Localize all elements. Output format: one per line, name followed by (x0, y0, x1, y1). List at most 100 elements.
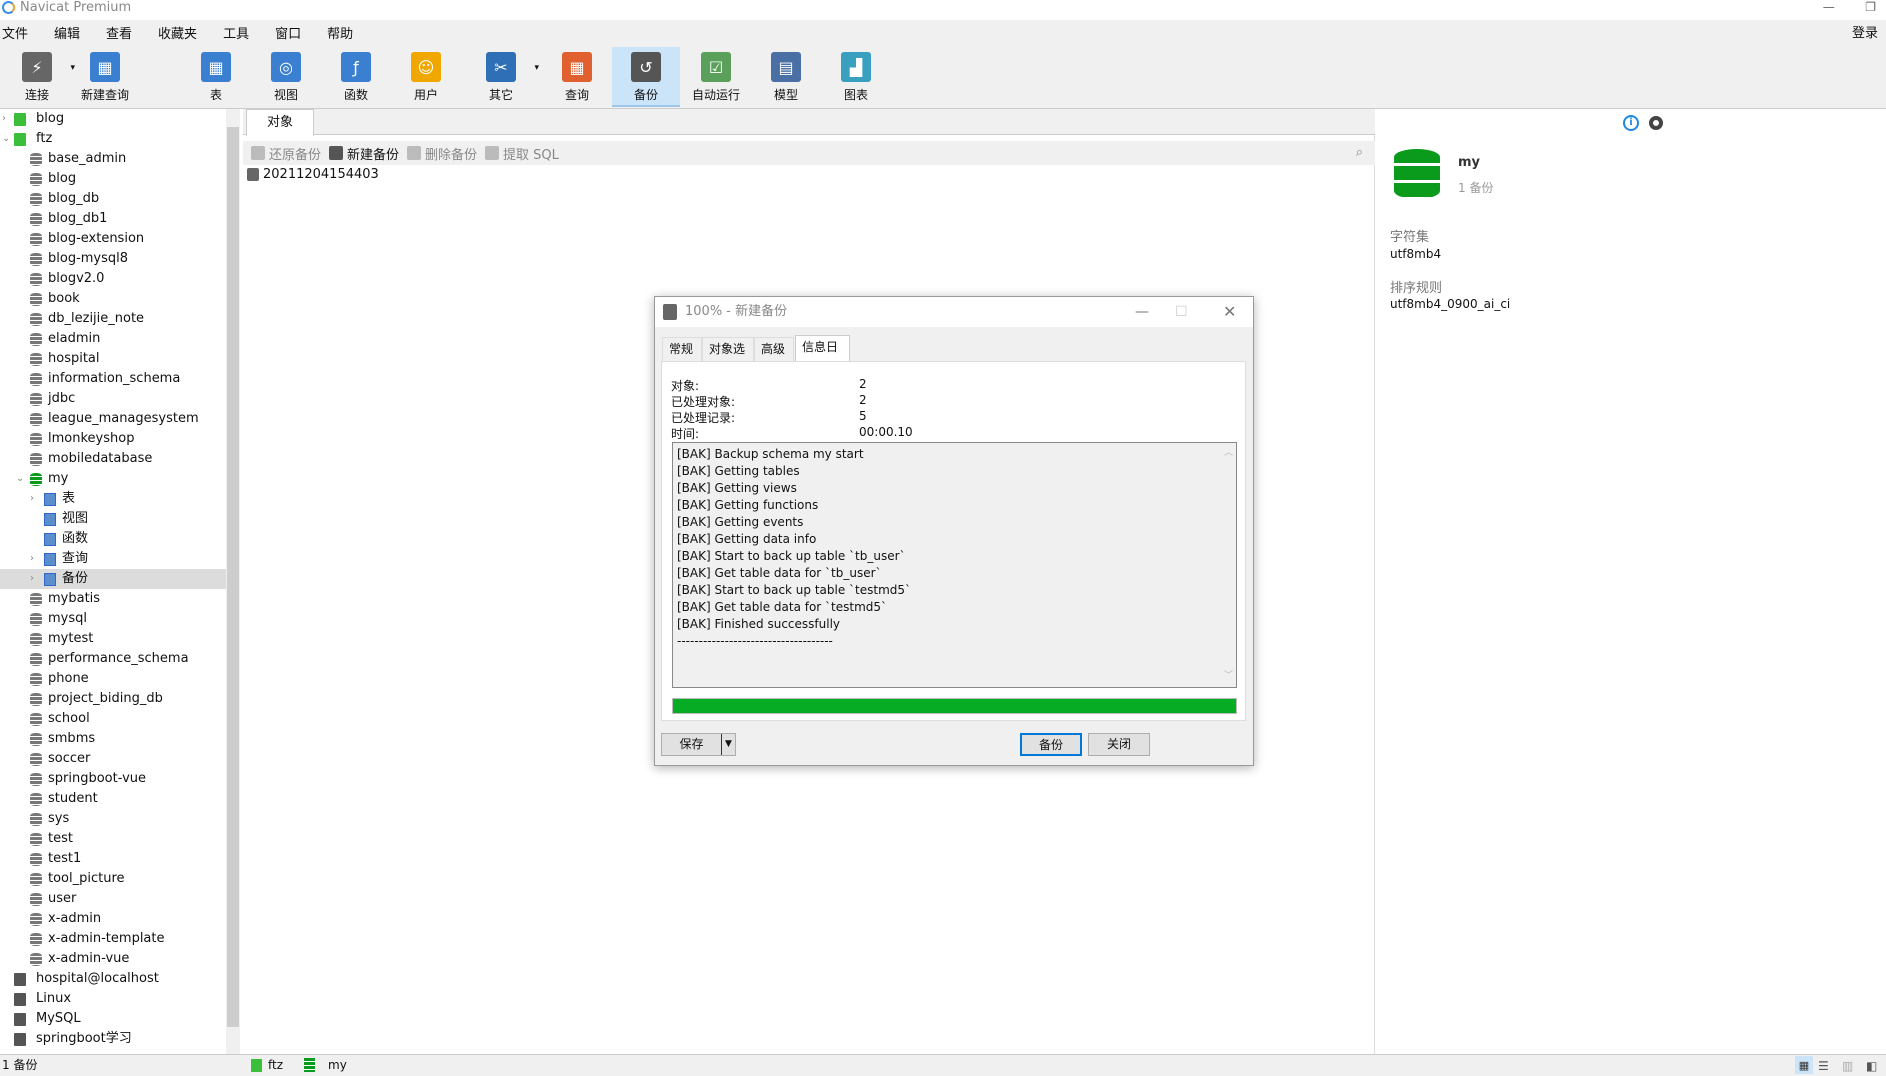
expand-arrow-icon[interactable]: › (2, 109, 12, 129)
toolbar-table-button[interactable]: ▦ 表 (182, 47, 250, 107)
backup-button[interactable]: 备份 (1020, 733, 1082, 756)
tree-item[interactable]: blog-extension (0, 229, 226, 249)
menu-item[interactable]: 窗口 (273, 23, 301, 42)
tab-message-log[interactable]: 信息日志 (795, 335, 850, 376)
save-dropdown-icon[interactable]: ▼ (721, 734, 735, 755)
tree-item[interactable]: phone (0, 669, 226, 689)
tree-item[interactable]: x-admin-vue (0, 949, 226, 969)
menu-item[interactable]: 编辑 (52, 23, 80, 42)
toolbar-query-button[interactable]: ▦ 查询 (543, 47, 611, 107)
close-icon[interactable]: ✕ (1223, 297, 1236, 327)
preview-icon[interactable] (1649, 116, 1663, 130)
tree-item[interactable]: information_schema (0, 369, 226, 389)
tree-item[interactable]: hospital (0, 349, 226, 369)
tree-item[interactable]: ⌄ my (0, 469, 226, 489)
tree-item[interactable]: mysql (0, 609, 226, 629)
tree-item[interactable]: test (0, 829, 226, 849)
tree-item[interactable]: mybatis (0, 589, 226, 609)
tree-item[interactable]: 函数 (0, 529, 226, 549)
log-scrollbar[interactable]: ︿ ﹀ (1221, 443, 1236, 687)
toolbar-function-button[interactable]: ƒ 函数 (322, 47, 390, 107)
tree-item[interactable]: blog-mysql8 (0, 249, 226, 269)
tab-objects[interactable]: 对象 (246, 109, 314, 136)
log-output[interactable]: [BAK] Backup schema my start [BAK] Gettin… (672, 442, 1237, 688)
toolbar-model-button[interactable]: ▤ 模型 (752, 47, 820, 107)
list-view-icon[interactable]: ☰ (1818, 1056, 1829, 1076)
tree-item[interactable]: springboot-vue (0, 769, 226, 789)
expand-arrow-icon[interactable]: › (30, 489, 40, 509)
toolbar-new-query-button[interactable]: ▦ 新建查询 (71, 47, 139, 107)
tree-item[interactable]: ⌄ ftz (0, 129, 226, 149)
tree-item[interactable]: league_managesystem (0, 409, 226, 429)
tree-item[interactable]: blog_db (0, 189, 226, 209)
login-link[interactable]: 登录 (1852, 22, 1878, 41)
tab-object-selection[interactable]: 对象选择 (702, 337, 754, 378)
tree-item[interactable]: 视图 (0, 509, 226, 529)
expand-arrow-icon[interactable]: › (30, 569, 40, 589)
tree-item[interactable]: smbms (0, 729, 226, 749)
toolbar-view-button[interactable]: ◎ 视图 (252, 47, 320, 107)
tree-item[interactable]: mytest (0, 629, 226, 649)
tree-item[interactable]: jdbc (0, 389, 226, 409)
tree-item[interactable]: mobiledatabase (0, 449, 226, 469)
tree-scrollbar[interactable] (226, 109, 240, 1054)
toolbar-backup-button[interactable]: ↺ 备份 (612, 47, 680, 107)
tree-item[interactable]: Linux (0, 989, 226, 1009)
menu-item[interactable]: 收藏夹 (156, 23, 197, 42)
menu-item[interactable]: 文件 (0, 23, 28, 42)
tree-item[interactable]: student (0, 789, 226, 809)
tree-item[interactable]: sys (0, 809, 226, 829)
menu-item[interactable]: 查看 (104, 23, 132, 42)
save-button[interactable]: 保存 ▼ (661, 733, 736, 756)
toolbar-user-button[interactable]: ☺ 用户 (392, 47, 460, 107)
menu-item[interactable]: 工具 (221, 23, 249, 42)
new-backup-button[interactable]: 新建备份 (329, 144, 399, 163)
tab-general[interactable]: 常规 (662, 337, 702, 361)
tree-item[interactable]: › blog (0, 109, 226, 129)
scroll-thumb[interactable] (227, 127, 239, 1027)
tree-item[interactable]: springboot学习 (0, 1029, 226, 1049)
expand-arrow-icon[interactable]: › (30, 549, 40, 569)
tree-item[interactable]: book (0, 289, 226, 309)
grid-view-icon[interactable]: ▦ (1795, 1056, 1813, 1074)
info-pane-toggle-icon[interactable]: ◧ (1866, 1056, 1877, 1076)
tree-item[interactable]: tool_picture (0, 869, 226, 889)
tree-item[interactable]: x-admin (0, 909, 226, 929)
toolbar-chart-button[interactable]: ▟ 图表 (822, 47, 890, 107)
minimize-icon[interactable]: — (1135, 297, 1149, 327)
tree-item[interactable]: blog (0, 169, 226, 189)
toolbar-tools-button[interactable]: ✂ 其它 ▾ (467, 47, 539, 107)
restore-backup-button[interactable]: 还原备份 (251, 144, 321, 163)
search-icon[interactable]: ⌕ (1356, 145, 1363, 160)
tree-item[interactable]: x-admin-template (0, 929, 226, 949)
tree-item[interactable]: MySQL (0, 1009, 226, 1029)
tree-item[interactable]: eladmin (0, 329, 226, 349)
tree-item[interactable]: › 备份 (0, 569, 226, 589)
tree-item[interactable]: lmonkeyshop (0, 429, 226, 449)
tree-item[interactable]: soccer (0, 749, 226, 769)
tree-item[interactable]: db_lezijie_note (0, 309, 226, 329)
scroll-up-icon[interactable]: ︿ (1221, 445, 1236, 462)
minimize-icon[interactable]: — (1823, 0, 1835, 14)
menu-item[interactable]: 帮助 (325, 23, 353, 42)
tree-item[interactable]: › 表 (0, 489, 226, 509)
tab-advanced[interactable]: 高级 (754, 337, 794, 361)
toolbar-plug-button[interactable]: ⚡ 连接 ▾ (3, 47, 75, 107)
backup-file-item[interactable]: 20211204154403 (247, 167, 379, 182)
toolbar-schedule-button[interactable]: ☑ 自动运行 (682, 47, 750, 107)
info-icon[interactable]: i (1623, 115, 1639, 131)
extract-sql-button[interactable]: 提取 SQL (485, 144, 559, 163)
close-button[interactable]: 关闭 (1088, 733, 1150, 756)
tree-item[interactable]: blog_db1 (0, 209, 226, 229)
restore-icon[interactable]: ❐ (1865, 0, 1876, 14)
dropdown-arrow-icon[interactable]: ▾ (534, 63, 539, 73)
collapse-arrow-icon[interactable]: ⌄ (16, 469, 26, 489)
tree-item[interactable]: test1 (0, 849, 226, 869)
tree-item[interactable]: user (0, 889, 226, 909)
tree-item[interactable]: blogv2.0 (0, 269, 226, 289)
tree-item[interactable]: performance_schema (0, 649, 226, 669)
tree-item[interactable]: hospital@localhost (0, 969, 226, 989)
tree-item[interactable]: base_admin (0, 149, 226, 169)
collapse-arrow-icon[interactable]: ⌄ (2, 129, 12, 149)
tree-item[interactable]: project_biding_db (0, 689, 226, 709)
